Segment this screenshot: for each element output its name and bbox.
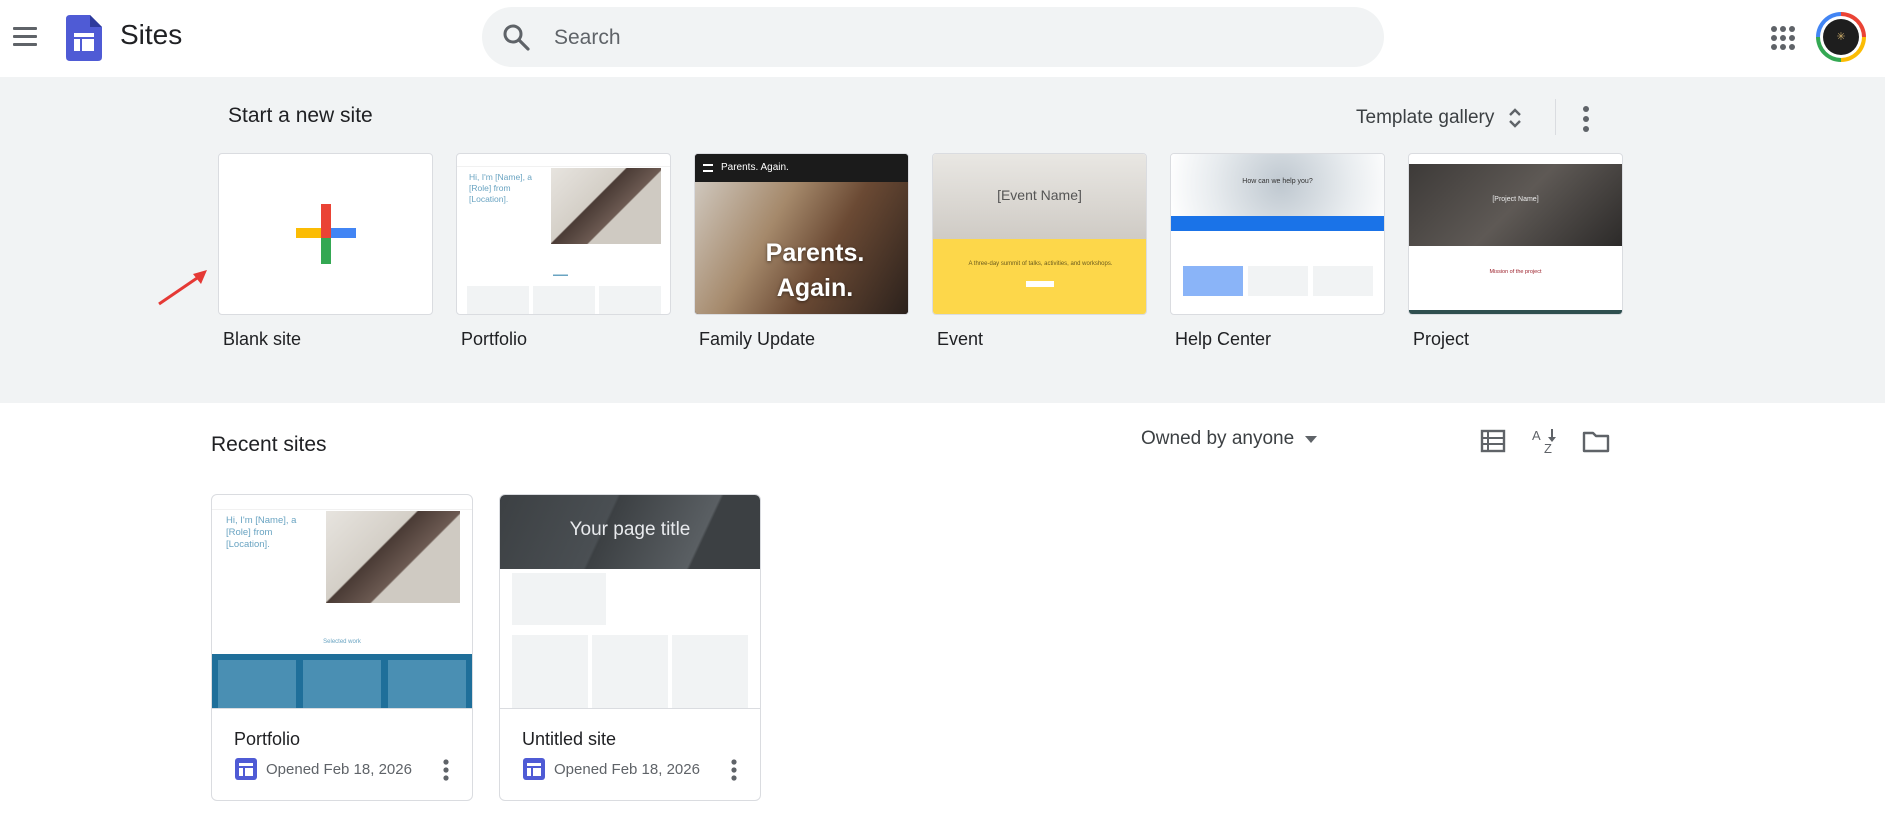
- apps-grid-icon[interactable]: [1767, 22, 1799, 54]
- search-input[interactable]: [552, 15, 1356, 61]
- thumb-tile: [672, 635, 748, 708]
- svg-text:A: A: [1532, 428, 1541, 443]
- recent-site-name: Untitled site: [522, 729, 617, 749]
- thumb-tile: [1313, 266, 1373, 296]
- thumb-photo: [551, 168, 661, 244]
- arrow-drop-down-icon: [1305, 436, 1318, 443]
- annotation-arrow-icon: [158, 270, 207, 306]
- thumb-photo: [1171, 154, 1384, 216]
- thumb-project-title: [Project Name]: [1492, 196, 1539, 203]
- thumb-photo: [1409, 164, 1622, 246]
- template-card-blank[interactable]: Blank site: [218, 153, 433, 350]
- thumb-page-title: Your page title: [569, 519, 691, 540]
- template-thumbnail[interactable]: Hi, I'm [Name], a [Role] from [Location]…: [456, 153, 671, 315]
- template-label: Blank site: [223, 329, 302, 349]
- hamburger-line: [13, 43, 37, 46]
- search-icon[interactable]: [502, 23, 530, 51]
- search-bar[interactable]: [482, 7, 1384, 67]
- thumb-tile: [599, 286, 661, 314]
- more-vert-icon[interactable]: [438, 757, 454, 783]
- sites-logo-icon[interactable]: [66, 15, 102, 61]
- thumb-nav: [212, 495, 472, 510]
- thumb-menu-icon: [703, 164, 713, 172]
- recent-site-meta: Opened Feb 18, 2026: [234, 757, 412, 781]
- thumb-intro-text: Hi, I'm [Name], a [Role] from [Location]…: [226, 515, 297, 550]
- toolbar-divider: [1555, 99, 1556, 135]
- thumb-block: [512, 573, 606, 625]
- thumb-blue-band: [1171, 216, 1384, 231]
- thumb-caption: Selected work: [323, 639, 361, 645]
- thumb-tile: [467, 286, 529, 314]
- sites-file-icon: [235, 758, 257, 780]
- recent-site-opened: Opened Feb 18, 2026: [266, 760, 412, 778]
- plus-icon: [296, 204, 356, 264]
- hamburger-line: [13, 35, 37, 38]
- thumb-tile: [218, 660, 296, 708]
- sort-az-icon[interactable]: A Z: [1530, 426, 1560, 456]
- thumb-footer-strip: [1409, 310, 1622, 314]
- avatar-ring: ✳: [1820, 16, 1862, 58]
- template-card-project[interactable]: [Project Name] Mission of the project Pr…: [1408, 153, 1623, 350]
- thumb-question: How can we help you?: [1242, 178, 1313, 185]
- template-thumbnail[interactable]: How can we help you?: [1170, 153, 1385, 315]
- template-gallery-button[interactable]: Template gallery: [1356, 97, 1528, 139]
- account-avatar[interactable]: ✳: [1816, 12, 1866, 62]
- template-card-portfolio[interactable]: Hi, I'm [Name], a [Role] from [Location]…: [456, 153, 671, 350]
- top-app-bar: Sites ✳: [0, 0, 1885, 77]
- thumb-tile: [1183, 266, 1243, 296]
- owner-filter-label: Owned by anyone: [1141, 428, 1295, 449]
- unfold-more-icon: [1509, 108, 1522, 128]
- thumb-photo: [326, 511, 460, 603]
- thumb-tile: [1248, 266, 1308, 296]
- owner-filter-dropdown[interactable]: Owned by anyone: [1141, 428, 1318, 450]
- more-vert-icon[interactable]: [726, 757, 742, 783]
- recent-site-thumbnail[interactable]: Hi, I'm [Name], a [Role] from [Location]…: [212, 495, 472, 709]
- recent-site-thumbnail[interactable]: Your page title: [500, 495, 760, 709]
- list-view-icon[interactable]: [1478, 426, 1508, 456]
- template-thumbnail[interactable]: [218, 153, 433, 315]
- hamburger-menu-icon: [13, 27, 37, 30]
- template-gallery-label: Template gallery: [1356, 107, 1495, 128]
- thumb-tile: [533, 286, 595, 314]
- recent-site-card-portfolio[interactable]: Hi, I'm [Name], a [Role] from [Location]…: [211, 494, 473, 801]
- section-heading-recent: Recent sites: [211, 433, 327, 456]
- template-card-family-update[interactable]: Parents. Again. Parents. Again. Family U…: [694, 153, 909, 350]
- thumb-tile: [512, 635, 588, 708]
- recent-site-opened: Opened Feb 18, 2026: [554, 760, 700, 778]
- recent-site-card-untitled[interactable]: Your page title Untitled site Opened Feb…: [499, 494, 761, 801]
- thumb-button: [1026, 281, 1054, 287]
- thumb-banner: [933, 239, 1146, 314]
- thumb-intro-text: Hi, I'm [Name], a [Role] from [Location]…: [469, 172, 533, 204]
- recent-site-meta: Opened Feb 18, 2026: [522, 757, 700, 781]
- template-label: Event: [937, 329, 984, 349]
- template-thumbnail[interactable]: [Event Name] A three-day summit of talks…: [932, 153, 1147, 315]
- thumb-tile: [303, 660, 381, 708]
- thumb-tile: [388, 660, 466, 708]
- template-thumbnail[interactable]: Parents. Again. Parents. Again.: [694, 153, 909, 315]
- folder-icon[interactable]: [1581, 426, 1611, 456]
- main-menu-button[interactable]: [10, 22, 40, 52]
- recent-site-name: Portfolio: [234, 729, 301, 749]
- sites-file-icon: [523, 758, 545, 780]
- thumb-header-text: Parents. Again.: [695, 154, 908, 182]
- more-vert-icon[interactable]: [1574, 99, 1598, 139]
- template-label: Project: [1413, 329, 1470, 349]
- avatar-image: ✳: [1823, 19, 1859, 55]
- section-heading-new-site: Start a new site: [228, 104, 373, 127]
- thumb-event-title: [Event Name]: [997, 187, 1082, 203]
- thumb-caption: ▬▬▬: [553, 272, 568, 278]
- svg-text:Z: Z: [1544, 441, 1552, 456]
- thumb-overlay-text: Parents. Again.: [765, 239, 865, 302]
- thumb-tile: [592, 635, 668, 708]
- thumb-nav: [457, 154, 670, 167]
- template-card-event[interactable]: [Event Name] A three-day summit of talks…: [932, 153, 1147, 350]
- template-label: Portfolio: [461, 329, 528, 349]
- app-title[interactable]: Sites: [120, 19, 182, 51]
- thumb-mission: Mission of the project: [1489, 269, 1542, 275]
- template-label: Help Center: [1175, 329, 1272, 349]
- template-thumbnail[interactable]: [Project Name] Mission of the project: [1408, 153, 1623, 315]
- template-label: Family Update: [699, 329, 816, 349]
- template-card-help-center[interactable]: How can we help you? Help Center: [1170, 153, 1385, 350]
- thumb-tagline: A three-day summit of talks, activities,…: [968, 261, 1113, 267]
